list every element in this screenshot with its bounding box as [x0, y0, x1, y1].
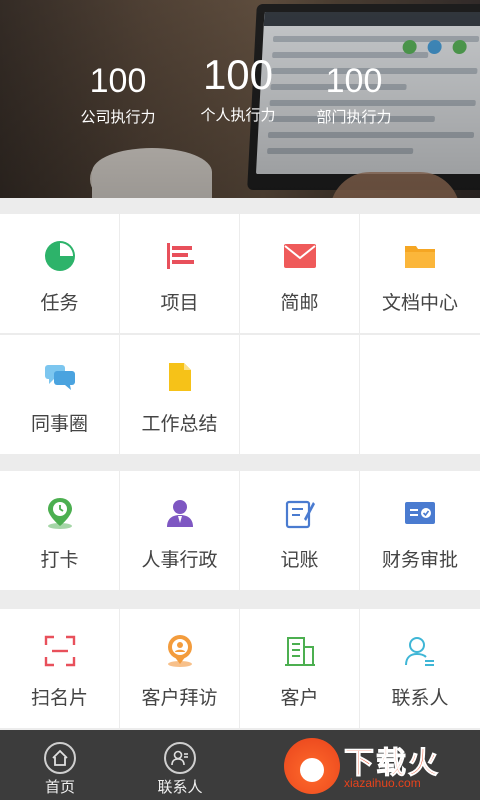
tile-accounting[interactable]: 记账 [240, 471, 359, 590]
tile-moments[interactable]: 同事圈 [0, 335, 119, 454]
tile-scan-card-label: 扫名片 [30, 687, 88, 709]
tile-empty [240, 335, 359, 454]
tile-checkin-label: 打卡 [40, 549, 79, 571]
tile-scan-card[interactable]: 扫名片 [0, 609, 119, 728]
scan-frame-icon [44, 635, 75, 667]
tile-hr[interactable]: 人事行政 [120, 471, 239, 590]
section-crm: 扫名片 客户拜访 客户 联系人 [0, 609, 480, 729]
nav-contacts-label: 联系人 [157, 778, 203, 796]
person-icon [166, 500, 193, 527]
tile-summary-label: 工作总结 [141, 413, 218, 435]
stat-dept-label: 部门执行力 [316, 108, 392, 126]
approval-card-icon [405, 502, 435, 524]
tile-accounting-label: 记账 [280, 549, 319, 571]
tile-customer[interactable]: 客户 [240, 609, 359, 728]
chat-bubbles-icon [44, 365, 75, 390]
stat-dept-value: 100 [325, 62, 383, 100]
nav-home[interactable]: 首页 [0, 730, 120, 800]
tile-mail[interactable]: 简邮 [240, 214, 359, 333]
tile-contacts-label: 联系人 [391, 687, 449, 709]
tile-contacts[interactable]: 联系人 [360, 609, 480, 728]
nav-contacts[interactable]: 联系人 [120, 730, 240, 800]
visit-pin-icon [167, 635, 192, 667]
tile-empty [360, 335, 480, 454]
stat-personal-value: 100 [202, 51, 274, 98]
envelope-icon [283, 244, 316, 268]
tile-project-label: 项目 [160, 292, 199, 314]
tile-hr-label: 人事行政 [141, 549, 218, 571]
stat-personal-label: 个人执行力 [200, 106, 276, 124]
tile-visit[interactable]: 客户拜访 [120, 609, 239, 728]
tile-visit-label: 客户拜访 [141, 687, 218, 709]
stat-company-label: 公司执行力 [80, 108, 156, 126]
tile-moments-label: 同事圈 [30, 413, 88, 435]
home-icon [52, 749, 68, 766]
tile-finance[interactable]: 财务审批 [360, 471, 480, 590]
tile-docs-label: 文档中心 [381, 292, 458, 314]
header-banner: 100 公司执行力 100 个人执行力 100 部门执行力 [0, 0, 480, 198]
notepad-pen-icon [285, 500, 315, 529]
stat-dept: 100 部门执行力 [294, 58, 414, 127]
pie-chart-icon [44, 241, 75, 271]
tile-task-label: 任务 [40, 292, 79, 314]
tile-docs[interactable]: 文档中心 [360, 214, 480, 333]
tile-customer-label: 客户 [280, 687, 319, 709]
tile-checkin[interactable]: 打卡 [0, 471, 119, 590]
section-admin: 打卡 人事行政 记账 财务审批 [0, 471, 480, 591]
watermark-url: xiazaihuo.com [344, 776, 421, 790]
location-clock-icon [47, 498, 72, 529]
document-icon [168, 363, 191, 391]
folder-icon [405, 246, 435, 268]
tile-task[interactable]: 任务 [0, 214, 119, 333]
section-office: 任务 项目 简邮 文档中心 同事圈 工作总结 [0, 214, 480, 455]
tile-finance-label: 财务审批 [381, 549, 458, 571]
contacts-icon [171, 750, 188, 766]
stat-company-value: 100 [89, 62, 147, 100]
building-icon [284, 637, 315, 666]
contact-person-icon [405, 637, 434, 666]
stat-company: 100 公司执行力 [58, 58, 178, 127]
tile-summary[interactable]: 工作总结 [120, 335, 239, 454]
stat-personal: 100 个人执行力 [178, 54, 298, 125]
bar-list-icon [166, 243, 194, 269]
tile-project[interactable]: 项目 [120, 214, 239, 333]
nav-home-label: 首页 [44, 778, 75, 796]
watermark-logo: 下载火 xiazaihuo.com [278, 736, 478, 798]
tile-mail-label: 简邮 [280, 292, 319, 314]
